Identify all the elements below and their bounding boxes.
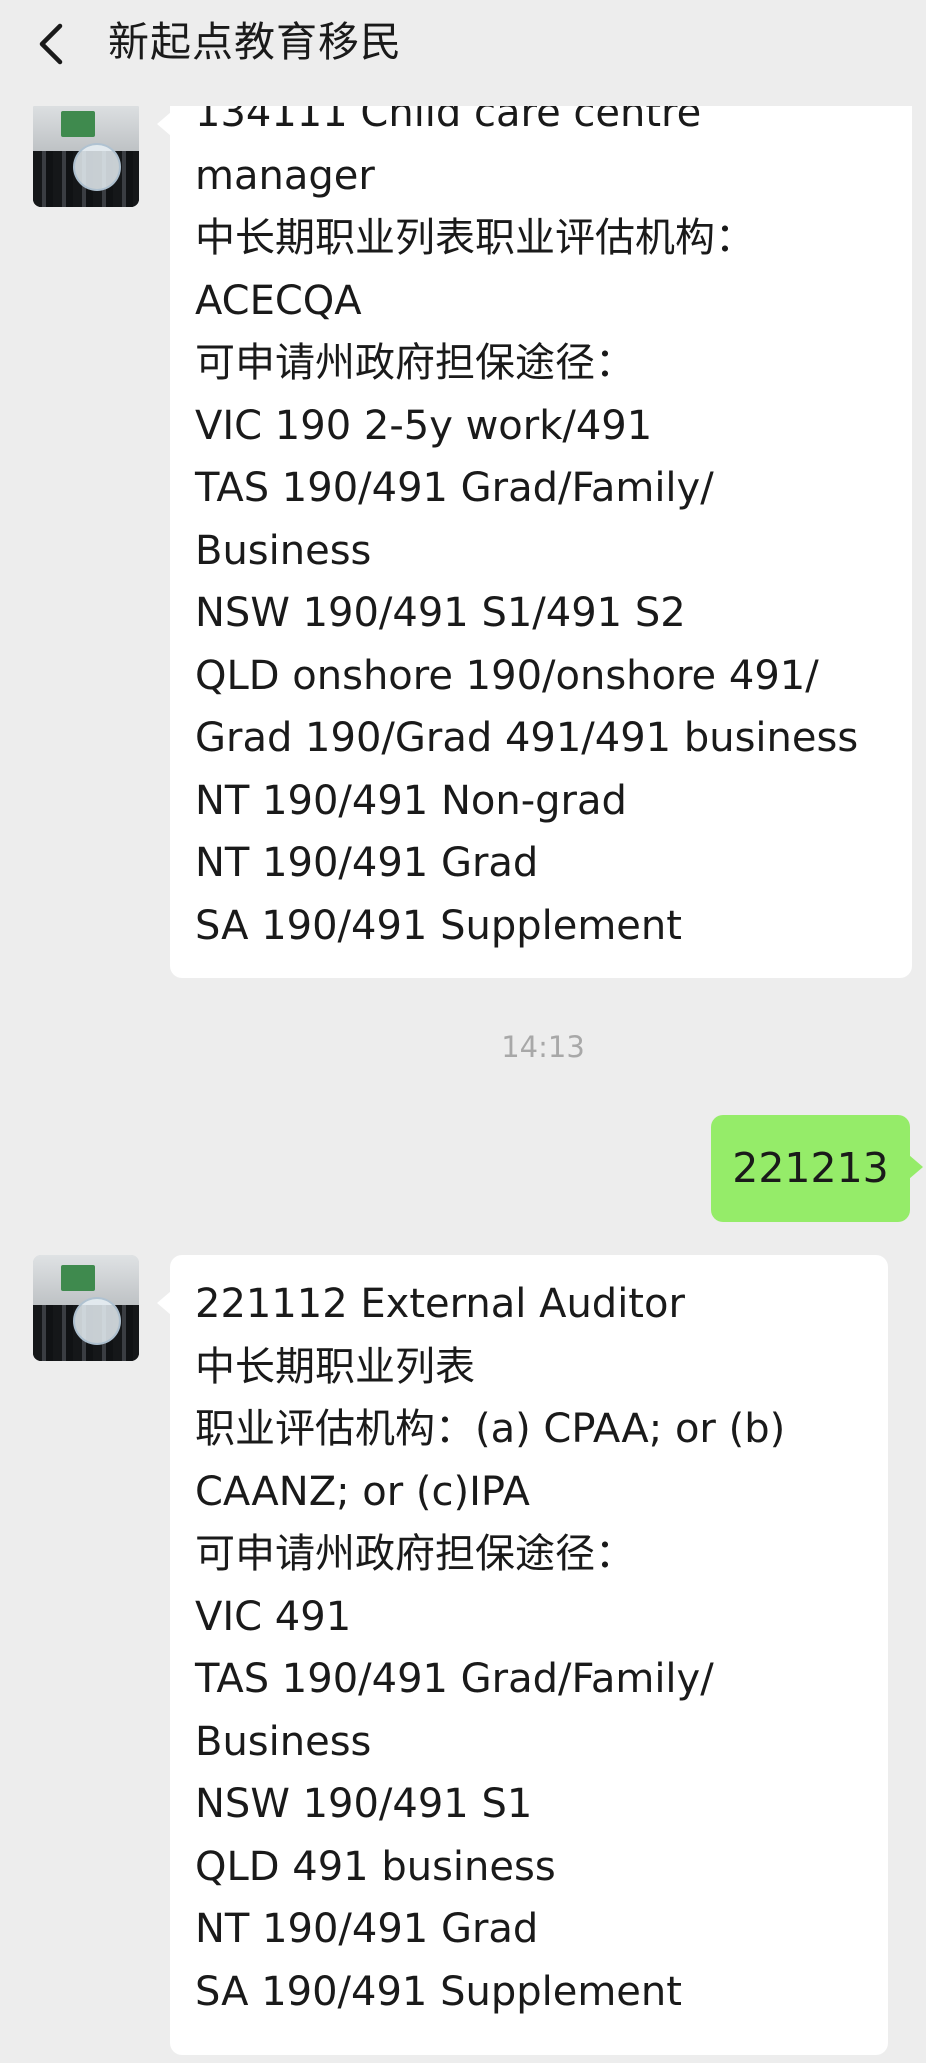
message-text: 221112 External Auditor 中长期职业列表职业评估机构：(a)… (195, 1255, 888, 2023)
received-message-bubble[interactable]: 221112 External Auditor 中长期职业列表职业评估机构：(a)… (157, 1255, 888, 2055)
message-line: TAS 190/491 Grad/Family/ (195, 465, 714, 511)
sent-message-bubble[interactable]: 221213 (711, 1115, 923, 1222)
back-button[interactable] (24, 14, 84, 74)
message-line: CAANZ; or (c)IPA (195, 1468, 530, 1515)
message-line: TAS 190/491 Grad/Family/ (195, 1656, 714, 1702)
message-line: NT 190/491 Non-grad (195, 777, 627, 824)
message-line: 134111 Child care centre (195, 106, 702, 136)
message-line: NT 190/491 Grad (195, 1906, 539, 1952)
chat-title: 新起点教育移民 (108, 18, 402, 66)
message-line: NSW 190/491 S1/491 S2 (195, 590, 686, 636)
contact-avatar[interactable] (33, 1255, 139, 1361)
message-line: ACECQA (195, 277, 362, 324)
message-line: 中长期职业列表职业评估机构： (195, 215, 755, 261)
message-line: 中长期职业列表 (195, 1343, 475, 1390)
message-line: Business (195, 527, 372, 574)
message-line: 221112 External Auditor (195, 1281, 685, 1327)
message-text: 221213 (732, 1144, 889, 1192)
message-line: VIC 491 (195, 1593, 352, 1640)
message-line: SA 190/491 Supplement (195, 902, 682, 949)
message-line: VIC 190 2-5y work/491 (195, 402, 653, 449)
message-line: 职业评估机构：(a) CPAA; or (b) (195, 1406, 786, 1452)
message-line: NT 190/491 Grad (195, 840, 539, 886)
message-line: 可申请州政府担保途径： (195, 340, 635, 386)
message-line: 可申请州政府担保途径： (195, 1531, 635, 1577)
chevron-left-icon (39, 23, 63, 65)
message-line: Business (195, 1718, 372, 1765)
message-line: QLD 491 business (195, 1843, 556, 1890)
message-list[interactable]: 134111 Child care centre manager 中长期职业列表职业… (0, 106, 926, 2063)
received-message-bubble[interactable]: 134111 Child care centre manager 中长期职业列表职业… (157, 106, 912, 978)
chat-header: 新起点教育移民 (0, 0, 926, 106)
message-line: Grad 190/Grad 491/491 business (195, 715, 859, 761)
contact-avatar[interactable] (33, 106, 139, 207)
message-timestamp: 14:13 (501, 1030, 585, 1064)
message-line: QLD onshore 190/onshore 491/ (195, 652, 819, 699)
message-line: SA 190/491 Supplement (195, 1968, 682, 2015)
message-line: manager (195, 152, 375, 199)
chat-screen: 新起点教育移民 134111 Child care centre manager 中… (0, 0, 926, 2063)
message-line: NSW 190/491 S1 (195, 1781, 533, 1827)
message-text: 134111 Child care centre manager 中长期职业列表职业… (195, 106, 912, 957)
